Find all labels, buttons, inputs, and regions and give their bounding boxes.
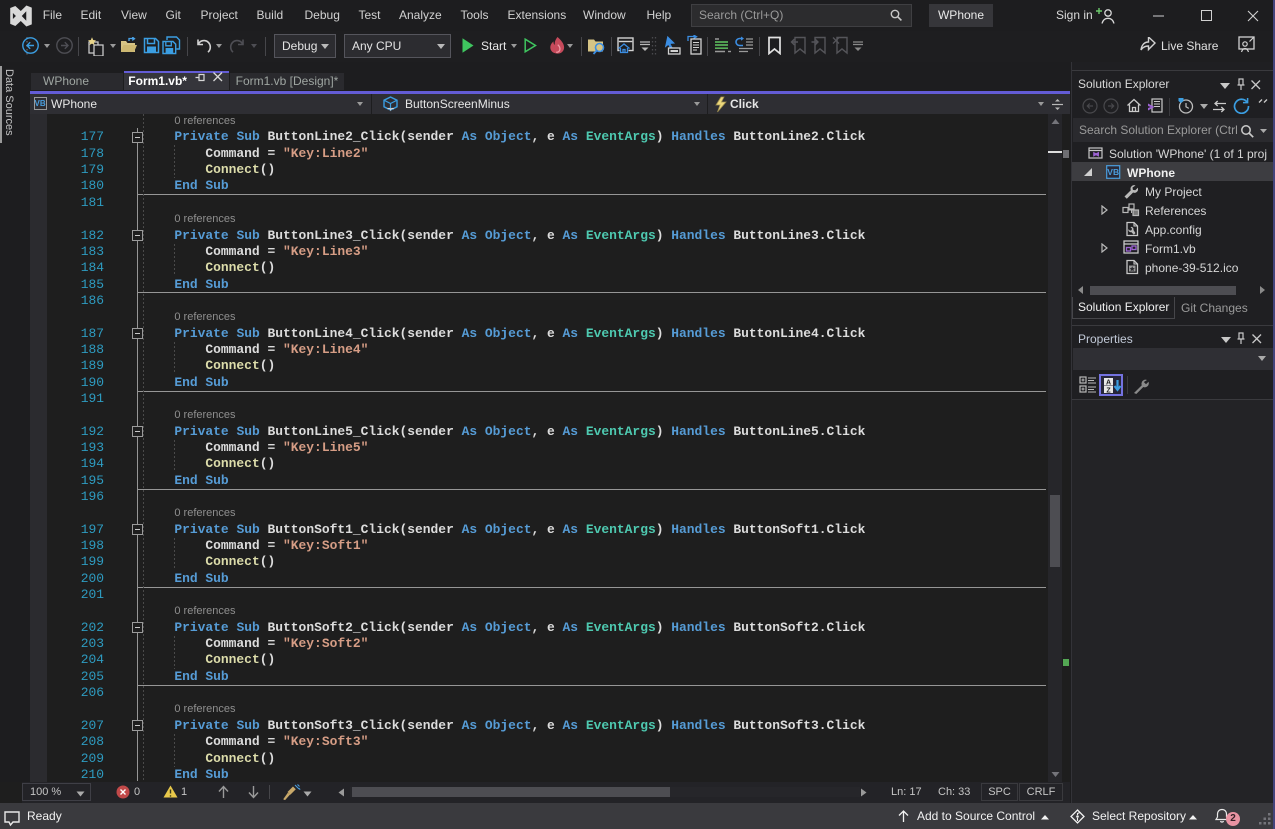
svg-text:A: A (1106, 380, 1111, 387)
svg-text:VB: VB (1107, 167, 1119, 177)
svg-text:Z: Z (1106, 388, 1111, 394)
